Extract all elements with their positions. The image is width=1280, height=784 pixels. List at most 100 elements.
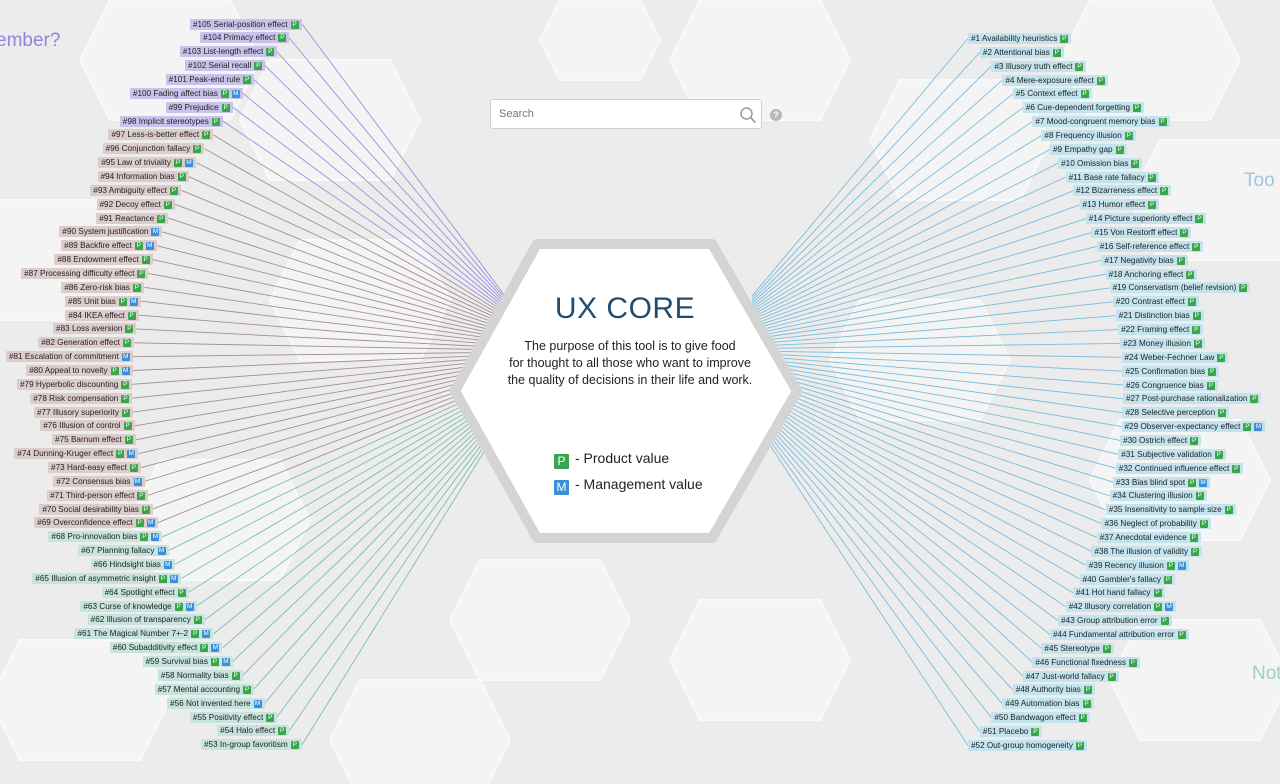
bias-chip-73-hard-easy-effect[interactable]: #73 Hard-easy effect P <box>48 462 141 474</box>
bias-chip-100-fading-affect-bias[interactable]: #100 Fading affect bias P M <box>129 87 243 99</box>
bias-chip-18-anchoring-effect[interactable]: #18 Anchoring effect P <box>1105 268 1198 280</box>
bias-chip-81-escalation-of-commitment[interactable]: #81 Escalation of commitment M <box>6 351 133 363</box>
bias-chip-9-empathy-gap[interactable]: #9 Empathy gap P <box>1049 143 1127 155</box>
bias-chip-1-availability-heuristics[interactable]: #1 Availability heuristics P <box>968 33 1072 44</box>
bias-chip-95-law-of-triviality[interactable]: #95 Law of triviality P M <box>98 157 197 169</box>
bias-chip-37-anecdotal-evidence[interactable]: #37 Anecdotal evidence P <box>1096 531 1201 543</box>
bias-chip-4-mere-exposure-effect[interactable]: #4 Mere-exposure effect P <box>1002 74 1108 86</box>
bias-chip-13-humor-effect[interactable]: #13 Humor effect P <box>1079 199 1160 211</box>
bias-chip-75-barnum-effect[interactable]: #75 Barnum effect P <box>52 434 136 446</box>
bias-chip-51-placebo[interactable]: #51 Placebo P <box>979 726 1043 737</box>
bias-chip-90-system-justification[interactable]: #90 System justification M <box>59 226 163 238</box>
bias-chip-63-curse-of-knowledge[interactable]: #63 Curse of knowledge P M <box>80 600 197 612</box>
bias-chip-62-illusion-of-transparency[interactable]: #62 Illusion of transparency P <box>87 614 205 626</box>
bias-chip-66-hindsight-bias[interactable]: #66 Hindsight bias M <box>90 559 175 571</box>
bias-chip-87-processing-difficulty-effect[interactable]: #87 Processing difficulty effect P <box>21 267 149 279</box>
bias-chip-59-survival-bias[interactable]: #59 Survival bias P M <box>142 656 233 668</box>
bias-chip-46-functional-fixedness[interactable]: #46 Functional fixedness P <box>1032 656 1140 668</box>
bias-chip-41-hot-hand-fallacy[interactable]: #41 Hot hand fallacy P <box>1072 587 1165 599</box>
bias-chip-77-illusory-superiority[interactable]: #77 Illusory superiority P <box>34 406 133 418</box>
bias-chip-57-mental-accounting[interactable]: #57 Mental accounting P <box>154 683 255 695</box>
bias-chip-47-just-world-fallacy[interactable]: #47 Just-world fallacy P <box>1022 670 1119 682</box>
bias-chip-84-ikea-effect[interactable]: #84 IKEA effect P <box>65 309 139 321</box>
bias-chip-69-overconfidence-effect[interactable]: #69 Overconfidence effect P M <box>34 517 158 529</box>
search-input[interactable] <box>491 100 747 128</box>
bias-chip-11-base-rate-fallacy[interactable]: #11 Base rate fallacy P <box>1065 171 1159 183</box>
bias-chip-79-hyperbolic-discounting[interactable]: #79 Hyperbolic discounting P <box>17 378 133 390</box>
bias-chip-91-reactance[interactable]: #91 Reactance P <box>96 212 169 224</box>
bias-chip-3-illusory-truth-effect[interactable]: #3 Illusory truth effect P <box>991 60 1087 72</box>
bias-chip-76-illusion-of-control[interactable]: #76 Illusion of control P <box>40 420 135 432</box>
bias-chip-36-neglect-of-probability[interactable]: #36 Neglect of probability P <box>1101 518 1211 530</box>
bias-chip-10-omission-bias[interactable]: #10 Omission bias P <box>1058 157 1143 169</box>
bias-chip-60-subadditivity-effect[interactable]: #60 Subadditivity effect P M <box>109 642 223 654</box>
bias-chip-21-distinction-bias[interactable]: #21 Distinction bias P <box>1115 310 1204 322</box>
bias-chip-61-the-magical-number-7-2[interactable]: #61 The Magical Number 7+-2 P M <box>74 628 214 640</box>
bias-chip-23-money-illusion[interactable]: #23 Money illusion P <box>1120 337 1205 349</box>
bias-chip-86-zero-risk-bias[interactable]: #86 Zero-risk bias P <box>61 281 144 293</box>
bias-chip-5-context-effect[interactable]: #5 Context effect P <box>1012 88 1092 100</box>
bias-chip-8-frequency-illusion[interactable]: #8 Frequency illusion P <box>1041 130 1136 142</box>
bias-chip-55-positivity-effect[interactable]: #55 Positivity effect P <box>189 711 278 723</box>
bias-chip-14-picture-superiority-effect[interactable]: #14 Picture superiority effect P <box>1085 213 1207 225</box>
bias-chip-26-congruence-bias[interactable]: #26 Congruence bias P <box>1122 379 1218 391</box>
bias-chip-32-continued-influence-effect[interactable]: #32 Continued influence effect P <box>1115 462 1244 474</box>
bias-chip-30-ostrich-effect[interactable]: #30 Ostrich effect P <box>1120 434 1202 446</box>
bias-chip-28-selective-perception[interactable]: #28 Selective perception P <box>1122 407 1230 419</box>
bias-chip-52-out-group-homogeneity[interactable]: #52 Out-group homogeneity P <box>968 739 1087 751</box>
bias-chip-48-authority-bias[interactable]: #48 Authority bias P <box>1012 684 1095 696</box>
bias-chip-88-endowment-effect[interactable]: #88 Endowment effect P <box>54 254 153 266</box>
bias-chip-2-attentional-bias[interactable]: #2 Attentional bias P <box>979 46 1064 58</box>
bias-chip-65-illusion-of-asymmetric-insight[interactable]: #65 Illusion of asymmetric insight P M <box>32 572 181 584</box>
bias-chip-17-negativity-bias[interactable]: #17 Negativity bias P <box>1101 254 1188 266</box>
bias-chip-68-pro-innovation-bias[interactable]: #68 Pro-innovation bias P M <box>48 531 163 543</box>
bias-chip-96-conjunction-fallacy[interactable]: #96 Conjunction fallacy P <box>102 143 205 155</box>
bias-chip-33-bias-blind-spot[interactable]: #33 Bias blind spot P M <box>1112 476 1211 488</box>
bias-chip-49-automation-bias[interactable]: #49 Automation bias P <box>1002 698 1094 710</box>
bias-chip-43-group-attribution-error[interactable]: #43 Group attribution error P <box>1058 615 1172 627</box>
bias-chip-103-list-length-effect[interactable]: #103 List-length effect P <box>179 46 278 58</box>
bias-chip-82-generation-effect[interactable]: #82 Generation effect P <box>38 337 134 349</box>
bias-chip-80-appeal-to-novelty[interactable]: #80 Appeal to novelty P M <box>26 365 133 376</box>
bias-chip-42-illusory-correlation[interactable]: #42 Illusory correlation P M <box>1065 601 1177 613</box>
bias-chip-78-risk-compensation[interactable]: #78 Risk compensation P <box>30 392 133 404</box>
bias-chip-20-contrast-effect[interactable]: #20 Contrast effect P <box>1112 296 1199 308</box>
bias-chip-102-serial-recall[interactable]: #102 Serial recall P <box>185 60 266 72</box>
bias-chip-34-clustering-illusion[interactable]: #34 Clustering illusion P <box>1109 490 1207 502</box>
bias-chip-12-bizarreness-effect[interactable]: #12 Bizarreness effect P <box>1072 185 1172 197</box>
bias-chip-40-gambler-s-fallacy[interactable]: #40 Gambler's fallacy P <box>1079 573 1176 585</box>
bias-chip-25-confirmation-bias[interactable]: #25 Confirmation bias P <box>1122 365 1220 377</box>
bias-chip-24-weber-fechner-law[interactable]: #24 Weber-Fechner Law P <box>1121 351 1229 363</box>
bias-chip-35-insensitivity-to-sample-size[interactable]: #35 Insensitivity to sample size P <box>1105 504 1236 516</box>
bias-chip-104-primacy-effect[interactable]: #104 Primacy effect P <box>200 32 290 44</box>
help-icon[interactable]: ? <box>770 109 782 121</box>
bias-chip-38-the-illusion-of-validity[interactable]: #38 The illusion of validity P <box>1091 545 1203 557</box>
bias-chip-19-conservatism-belief-revision[interactable]: #19 Conservatism (belief revision) P <box>1109 282 1251 294</box>
bias-chip-101-peak-end-rule[interactable]: #101 Peak-end rule P <box>165 73 255 85</box>
bias-chip-64-spotlight-effect[interactable]: #64 Spotlight effect P <box>101 586 189 598</box>
bias-chip-39-recency-illusion[interactable]: #39 Recency illusion P M <box>1085 559 1189 571</box>
bias-chip-93-ambiguity-effect[interactable]: #93 Ambiguity effect P <box>90 184 181 196</box>
bias-chip-54-halo-effect[interactable]: #54 Halo effect P <box>217 725 290 737</box>
bias-chip-16-self-reference-effect[interactable]: #16 Self-reference effect P <box>1096 240 1204 252</box>
bias-chip-72-consensus-bias[interactable]: #72 Consensus bias M <box>53 475 145 487</box>
bias-chip-98-implicit-stereotypes[interactable]: #98 Implicit stereotypes P <box>119 115 223 127</box>
bias-chip-22-framing-effect[interactable]: #22 Framing effect P <box>1118 324 1204 336</box>
bias-chip-99-prejudice[interactable]: #99 Prejudice P <box>165 101 233 113</box>
bias-chip-105-serial-position-effect[interactable]: #105 Serial-position effect P <box>190 18 302 30</box>
bias-chip-29-observer-expectancy-effect[interactable]: #29 Observer-expectancy effect P M <box>1121 421 1266 433</box>
bias-chip-89-backfire-effect[interactable]: #89 Backfire effect P M <box>61 240 157 252</box>
bias-chip-71-third-person-effect[interactable]: #71 Third-person effect P <box>47 489 149 501</box>
bias-chip-45-stereotype[interactable]: #45 Stereotype P <box>1041 642 1114 654</box>
bias-chip-50-bandwagon-effect[interactable]: #50 Bandwagon effect P <box>991 712 1090 724</box>
search-icon[interactable] <box>739 106 757 124</box>
bias-chip-83-loss-aversion[interactable]: #83 Loss aversion P <box>53 323 137 335</box>
bias-chip-31-subjective-validation[interactable]: #31 Subjective validation P <box>1118 448 1226 460</box>
bias-chip-94-information-bias[interactable]: #94 Information bias P <box>97 170 189 182</box>
bias-chip-27-post-purchase-rationalization[interactable]: #27 Post-purchase rationalization P <box>1122 393 1262 405</box>
bias-chip-15-von-restorff-effect[interactable]: #15 Von Restorff effect P <box>1091 227 1192 239</box>
bias-chip-53-in-group-favoritism[interactable]: #53 In-group favoritism P <box>201 739 302 751</box>
bias-chip-70-social-desirability-bias[interactable]: #70 Social desirability bias P <box>39 503 153 515</box>
bias-chip-97-less-is-better-effect[interactable]: #97 Less-is-better effect P <box>108 129 214 141</box>
bias-chip-44-fundamental-attribution-error[interactable]: #44 Fundamental attribution error P <box>1049 628 1189 640</box>
